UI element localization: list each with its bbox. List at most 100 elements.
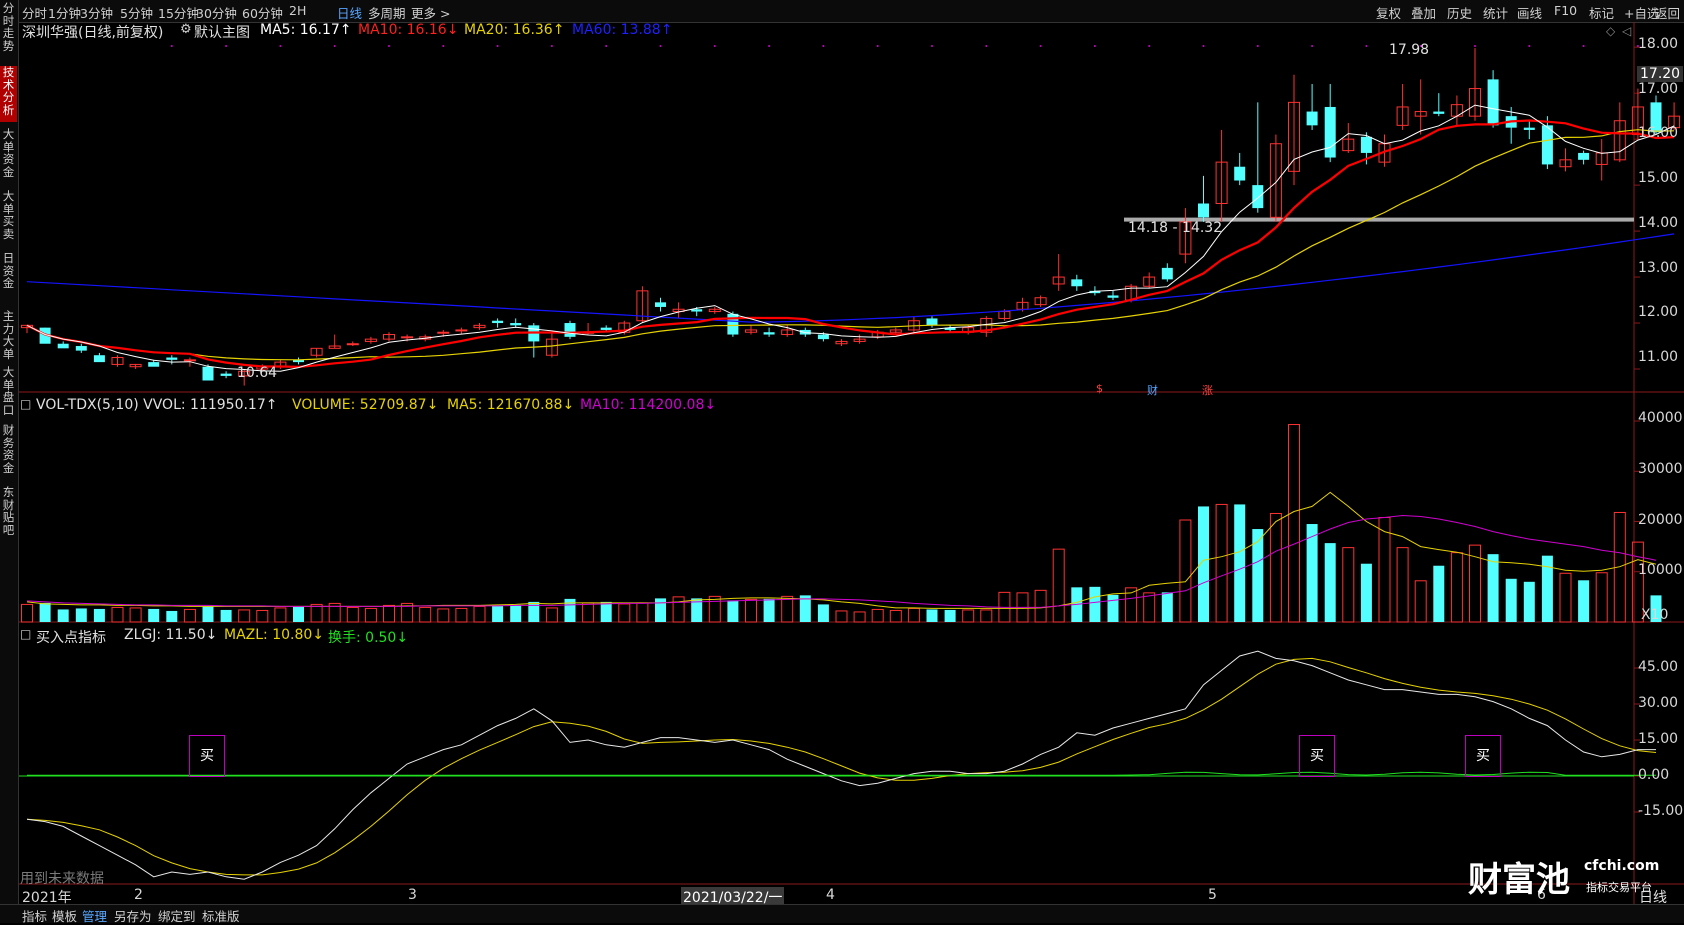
volume-bar-up [1215, 503, 1228, 623]
ind-axis-0: 0.00 [1638, 767, 1670, 783]
marker-dot [713, 45, 716, 47]
candle-body-down [564, 323, 576, 337]
candle-body-up [183, 359, 196, 362]
marker-dot [170, 45, 173, 47]
marker-dot [1256, 45, 1259, 47]
ma20-label: MA20: 16.36↑ [464, 22, 565, 38]
volume-bar-up [1288, 424, 1300, 623]
volume-ma5: MA5: 121670.88↓ [447, 397, 575, 413]
gear-icon[interactable]: ⚙ [180, 22, 192, 37]
volume-bar-down [1252, 529, 1264, 622]
ind-axis-30: 30.00 [1638, 695, 1679, 711]
candle-body-up [455, 329, 468, 332]
candle-body-down [1487, 79, 1499, 126]
candle-body-down [1541, 125, 1553, 165]
bottom-tab-4[interactable]: 绑定到 [158, 906, 196, 925]
candle-body-down [1324, 106, 1336, 158]
candle-body-down [817, 334, 829, 340]
price-axis-17: 17.00 [1638, 81, 1679, 97]
collapse-indicator-icon[interactable]: □ [20, 627, 31, 641]
volume-bar-up [111, 606, 124, 623]
candle-body-down [1578, 152, 1590, 160]
volume-bar-down [1089, 586, 1101, 622]
candle-body-down [1523, 127, 1535, 130]
date-feb: 2 [134, 887, 143, 903]
volume-ma10: MA10: 114200.08↓ [580, 397, 717, 413]
volume-unit: X10 [1641, 607, 1669, 623]
ma10-label: MA10: 16.16↓ [358, 22, 459, 38]
candle-body-up [401, 336, 414, 339]
buy-signal-2: 买 [1299, 735, 1335, 777]
volume-bar-up [672, 596, 685, 623]
candle-body-down [510, 323, 522, 326]
volume-bar-down [727, 600, 739, 622]
marker-dot [659, 45, 662, 47]
buy-signal-1: 买 [189, 735, 225, 777]
volume-bar-down [926, 609, 938, 622]
buy-signal-3: 买 [1465, 735, 1501, 777]
template-name[interactable]: 默认主图 [194, 22, 250, 42]
ma5-line [26, 104, 1675, 372]
candle-body-down [1107, 295, 1119, 298]
ma60-line [26, 233, 1675, 323]
volume-bar-up [835, 610, 848, 623]
volume-bar-up [1414, 580, 1427, 623]
marker-dot [333, 45, 336, 47]
ind-axis-45: 45.00 [1638, 659, 1679, 675]
bottom-tab-2[interactable]: 管理 [82, 906, 107, 925]
volume-bar-up [545, 607, 558, 623]
marker-dot [1148, 45, 1151, 47]
diamond-icon[interactable]: ◇ [1606, 24, 1615, 38]
candle-body-down [1234, 166, 1246, 181]
marker-dot [1039, 45, 1042, 47]
price-axis-18: 18.00 [1638, 36, 1679, 52]
event-finance[interactable]: 财 [1147, 382, 1158, 398]
bottom-tab-5[interactable]: 标准版 [202, 906, 240, 925]
zlgj-label: ZLGJ: 11.50↓ [124, 627, 218, 643]
volume-bar-up [455, 607, 468, 623]
volume-bar-up [636, 602, 649, 623]
volume-bar-up [1342, 547, 1355, 623]
event-limitup[interactable]: 涨 [1202, 382, 1213, 398]
candle-body-down [1161, 267, 1173, 280]
volume-bar-down [93, 608, 105, 622]
marker-dot [876, 45, 879, 47]
volume-bar-up [21, 603, 33, 623]
ma20-line [26, 129, 1675, 361]
chart-area [19, 22, 1684, 904]
price-axis-15: 15.00 [1638, 170, 1679, 186]
candle-body-down [1071, 279, 1083, 287]
volume-bar-down [166, 610, 178, 622]
price-axis-11: 11.00 [1638, 349, 1679, 365]
candle-body-down [1433, 111, 1445, 114]
bottom-tab-3[interactable]: 另存为 [114, 906, 152, 925]
volume-bar-up [980, 609, 993, 623]
candle-body-down [763, 332, 775, 335]
volume-bar-down [564, 598, 576, 622]
candle-body-down [93, 355, 105, 363]
volume-bar-down [510, 604, 522, 622]
collapse-icon[interactable]: ◁ [1622, 24, 1631, 38]
volume-bar-down [1161, 592, 1173, 622]
volume-bar-up [437, 608, 450, 623]
volume-bar-up [853, 611, 866, 623]
volume-bar-down [655, 598, 666, 622]
mazl-label: MAZL: 10.80↓ [224, 627, 325, 643]
bottom-tab-1[interactable]: 模板 [52, 906, 77, 925]
stock-title: 深圳华强(日线,前复权) [22, 25, 164, 41]
collapse-volume-icon[interactable]: □ [20, 397, 31, 411]
volume-bar-down [1324, 543, 1336, 622]
bottom-tab-0[interactable]: 指标 [22, 906, 47, 925]
price-axis-16: 16.00 [1638, 125, 1679, 141]
volume-bar-down [1107, 594, 1119, 622]
candle-body-down [600, 327, 612, 330]
volume-ma10-line [26, 514, 1657, 608]
volume-bar-up [238, 609, 251, 623]
candle-body-down [75, 346, 87, 351]
event-dividend[interactable]: $ [1096, 382, 1103, 395]
indicator-title: 买入点指标 [36, 630, 106, 646]
ma60-label: MA60: 13.88↑ [572, 22, 673, 38]
volume-axis-10000: 10000 [1638, 562, 1683, 578]
turnover-line [27, 771, 1656, 776]
volume-bar-up [1396, 547, 1409, 623]
